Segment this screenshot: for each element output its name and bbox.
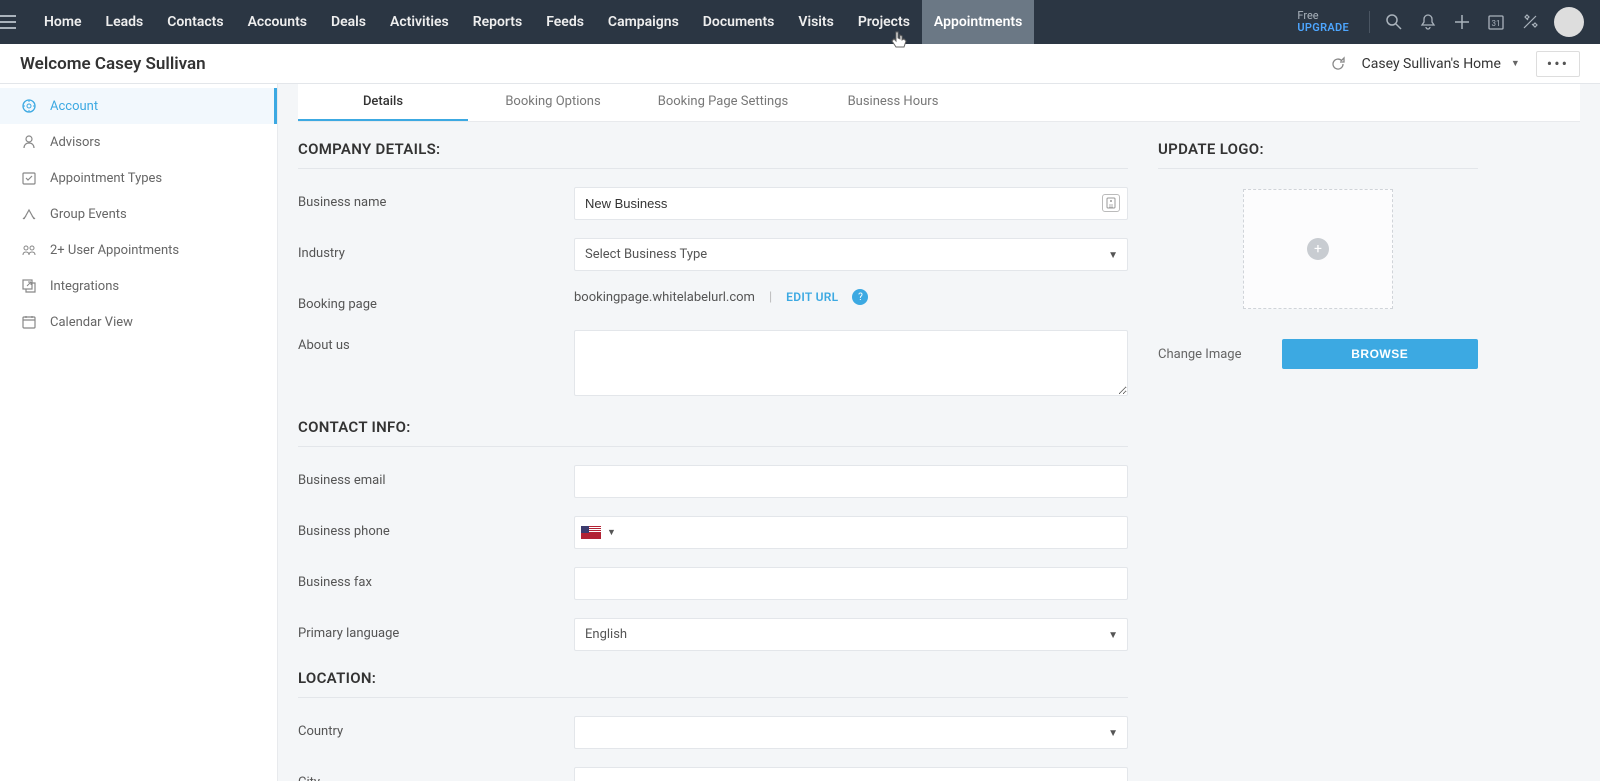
tools-icon[interactable] [1520,12,1540,32]
nav-item-appointments[interactable]: Appointments [922,0,1034,44]
plus-icon[interactable] [1452,12,1472,32]
more-button[interactable]: ••• [1536,51,1580,77]
cal-icon [20,314,38,330]
plus-circle-icon: + [1307,238,1329,260]
group-icon [20,206,38,222]
refresh-icon[interactable] [1330,56,1346,72]
tab-booking-options[interactable]: Booking Options [468,84,638,121]
nav-item-accounts[interactable]: Accounts [236,0,319,44]
label-business-phone: Business phone [298,516,574,539]
nav-item-visits[interactable]: Visits [786,0,845,44]
contact-card-icon[interactable] [1102,194,1120,212]
sidebar: Account Advisors Appointment Types Group Ev… [0,84,278,781]
booking-page-url: bookingpage.whitelabelurl.com [574,290,755,305]
tab-business-hours[interactable]: Business Hours [808,84,978,121]
search-icon[interactable] [1384,12,1404,32]
nav-item-reports[interactable]: Reports [461,0,535,44]
sidebar-item-integrations[interactable]: Integrations [0,268,277,304]
country-flag-selector[interactable]: ▼ [581,526,616,539]
tab-details[interactable]: Details [298,84,468,121]
bell-icon[interactable] [1418,12,1438,32]
tabs-bar: DetailsBooking OptionsBooking Page Setti… [298,84,1580,122]
nav-item-leads[interactable]: Leads [94,0,156,44]
welcome-text: Welcome Casey Sullivan [20,54,206,74]
sidebar-item-label: Group Events [50,207,127,222]
label-city: City [298,767,574,781]
label-business-email: Business email [298,465,574,488]
main-content: DetailsBooking OptionsBooking Page Setti… [278,84,1600,781]
select-primary-language[interactable]: English [574,618,1128,651]
section-logo-title: UPDATE LOGO: [1158,140,1478,169]
sidebar-item-label: Account [50,99,98,114]
nav-item-home[interactable]: Home [32,0,94,44]
input-business-email[interactable] [574,465,1128,498]
home-selector-label: Casey Sullivan's Home [1362,56,1501,72]
section-location-title: LOCATION: [298,669,1128,698]
sidebar-item-advisors[interactable]: Advisors [0,124,277,160]
hamburger-icon[interactable] [0,15,32,29]
nav-item-campaigns[interactable]: Campaigns [596,0,691,44]
tab-booking-page-settings[interactable]: Booking Page Settings [638,84,808,121]
plan-badge: Free UPGRADE [1297,10,1355,34]
subheader: Welcome Casey Sullivan Casey Sullivan's … [0,44,1600,84]
input-business-name[interactable] [574,187,1128,220]
logo-upload-area[interactable]: + [1243,189,1393,309]
chevron-down-icon: ▼ [1511,58,1520,69]
input-business-fax[interactable] [574,567,1128,600]
label-booking-page: Booking page [298,289,574,312]
sidebar-item-appointment-types[interactable]: Appointment Types [0,160,277,196]
sidebar-item-calendar-view[interactable]: Calendar View [0,304,277,340]
multi-icon [20,242,38,258]
svg-text:31: 31 [1492,19,1501,28]
chevron-down-icon: ▼ [607,527,616,538]
label-business-fax: Business fax [298,567,574,590]
nav-item-contacts[interactable]: Contacts [155,0,235,44]
layout: Account Advisors Appointment Types Group Ev… [0,84,1600,781]
nav-item-activities[interactable]: Activities [378,0,461,44]
input-city[interactable] [574,767,1128,781]
sidebar-item-2-user-appointments[interactable]: 2+ User Appointments [0,232,277,268]
separator [1369,11,1370,33]
label-country: Country [298,716,574,739]
label-about-us: About us [298,330,574,353]
browse-button[interactable]: BROWSE [1282,339,1479,369]
select-industry[interactable]: Select Business Type [574,238,1128,271]
label-industry: Industry [298,238,574,261]
sidebar-item-label: Appointment Types [50,171,162,186]
account-icon [20,98,38,114]
nav-item-deals[interactable]: Deals [319,0,378,44]
advisor-icon [20,134,38,150]
sidebar-item-label: Advisors [50,135,101,150]
help-icon[interactable]: ? [852,289,868,305]
nav-right: Free UPGRADE 31 [1297,7,1600,37]
label-business-name: Business name [298,187,574,210]
calendar-day-icon[interactable]: 31 [1486,12,1506,32]
home-selector[interactable]: Casey Sullivan's Home ▼ [1362,56,1520,72]
sidebar-item-group-events[interactable]: Group Events [0,196,277,232]
sidebar-item-label: 2+ User Appointments [50,243,179,258]
nav-item-documents[interactable]: Documents [691,0,787,44]
sidebar-item-account[interactable]: Account [0,88,277,124]
top-nav: HomeLeadsContactsAccountsDealsActivities… [0,0,1600,44]
us-flag-icon [581,526,601,539]
edit-url-link[interactable]: EDIT URL [786,290,838,304]
phone-input-group: ▼ [574,516,1128,549]
section-company-title: COMPANY DETAILS: [298,140,1128,169]
select-country[interactable] [574,716,1128,749]
input-business-phone[interactable] [616,523,1121,542]
label-primary-language: Primary language [298,618,574,641]
nav-item-feeds[interactable]: Feeds [534,0,596,44]
textarea-about-us[interactable] [574,330,1128,396]
section-contact-title: CONTACT INFO: [298,418,1128,447]
integ-icon [20,278,38,294]
nav-items: HomeLeadsContactsAccountsDealsActivities… [32,0,1034,44]
nav-item-projects[interactable]: Projects [846,0,922,44]
sidebar-item-label: Calendar View [50,315,133,330]
user-avatar[interactable] [1554,7,1584,37]
change-image-label: Change Image [1158,347,1242,362]
appt-icon [20,170,38,186]
sidebar-item-label: Integrations [50,279,119,294]
separator: | [769,290,772,305]
upgrade-link[interactable]: UPGRADE [1297,22,1349,34]
